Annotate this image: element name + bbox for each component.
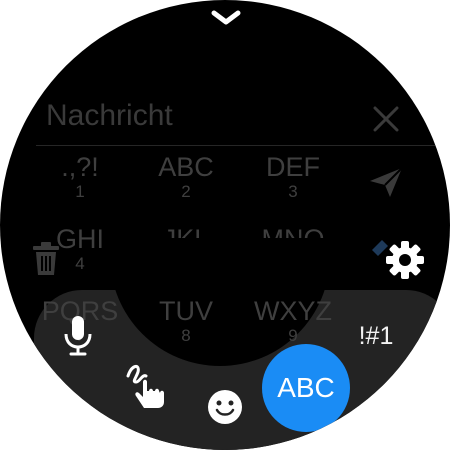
close-icon[interactable] — [370, 103, 402, 135]
message-input[interactable]: Nachricht — [46, 99, 173, 133]
message-input-row: Nachricht — [0, 95, 450, 145]
gesture-icon[interactable] — [122, 360, 172, 412]
send-icon[interactable] — [366, 164, 406, 200]
key-9[interactable]: WXYZ 9 — [233, 296, 353, 346]
key-digit: 9 — [288, 326, 298, 345]
chevron-down-icon[interactable] — [208, 8, 244, 28]
key-digit: 1 — [75, 182, 85, 201]
key-digit: 3 — [288, 182, 298, 201]
key-digit: 8 — [181, 326, 191, 345]
key-8[interactable]: TUV 8 — [126, 296, 246, 346]
key-letters: TUV — [159, 296, 213, 326]
trash-icon[interactable] — [30, 241, 62, 277]
microphone-icon[interactable] — [60, 313, 96, 357]
emoji-icon[interactable] — [206, 388, 244, 426]
key-3[interactable]: DEF 3 — [233, 152, 353, 202]
key-digit: 2 — [181, 182, 191, 201]
key-letters: ABC — [158, 152, 214, 182]
key-letters: DEF — [266, 152, 320, 182]
symbols-mode-button[interactable]: !#1 — [344, 318, 408, 354]
key-letters: WXYZ — [254, 296, 332, 326]
key-letters: .,?! — [61, 152, 99, 182]
abc-mode-button[interactable]: ABC — [262, 344, 350, 432]
key-1[interactable]: .,?! 1 — [20, 152, 140, 202]
key-2[interactable]: ABC 2 — [126, 152, 246, 202]
keyboard-screen: Nachricht .,?! 1 ABC 2 DEF 3 GHI 4 JKL 5… — [0, 0, 450, 450]
gear-icon[interactable] — [383, 238, 427, 282]
divider — [36, 145, 444, 146]
